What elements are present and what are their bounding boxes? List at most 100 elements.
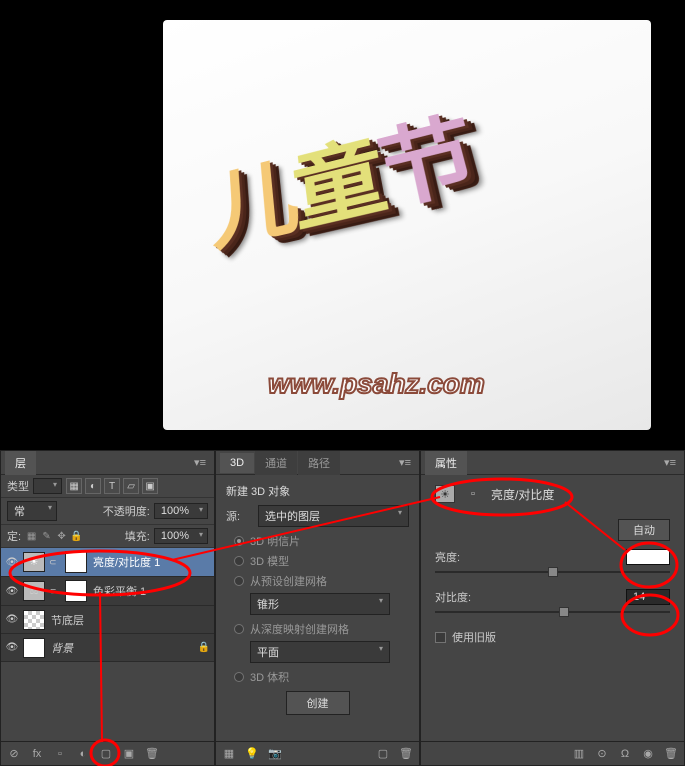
preset-mesh-dropdown[interactable]: 锥形 bbox=[250, 593, 390, 615]
radio-icon bbox=[234, 672, 244, 682]
panel-menu-icon[interactable]: ▾≡ bbox=[395, 456, 415, 469]
filter-smart-icon[interactable]: ▣ bbox=[142, 478, 158, 494]
layer-item-colorbal[interactable]: 👁 ⚖ ⊂ 色彩平衡 1 bbox=[1, 577, 214, 606]
radio-preset-mesh[interactable]: 从预设创建网格 bbox=[234, 573, 409, 589]
filter-shape-icon[interactable]: ▱ bbox=[123, 478, 139, 494]
contrast-label: 对比度: bbox=[435, 589, 471, 605]
layer-item-brightness[interactable]: 👁 ☀ ⊂ 亮度/对比度 1 bbox=[1, 548, 214, 577]
props-foot-1[interactable]: ▥ bbox=[570, 745, 588, 763]
tab-properties[interactable]: 属性 bbox=[425, 451, 467, 475]
visibility-icon[interactable]: 👁 bbox=[5, 586, 19, 597]
group-icon[interactable]: ▢ bbox=[97, 745, 115, 763]
mask-mode-icon[interactable]: ▫ bbox=[463, 485, 483, 503]
radio-depth-mesh[interactable]: 从深度映射创建网格 bbox=[234, 621, 409, 637]
radio-label: 3D 体积 bbox=[250, 669, 289, 685]
blend-mode-dropdown[interactable]: 常 bbox=[7, 501, 57, 521]
layer-item-background[interactable]: 👁 背景 🔒 bbox=[1, 634, 214, 662]
fx-icon[interactable]: fx bbox=[28, 745, 46, 763]
fill-label: 填充: bbox=[125, 528, 150, 544]
fill-value[interactable]: 100% bbox=[154, 528, 208, 544]
props-foot-4[interactable]: ◉ bbox=[639, 745, 657, 763]
d3-foot-4[interactable]: ▢ bbox=[374, 745, 392, 763]
filter-type-icon[interactable]: T bbox=[104, 478, 120, 494]
d3-foot-1[interactable]: ▦ bbox=[220, 745, 238, 763]
visibility-icon[interactable]: 👁 bbox=[5, 614, 19, 625]
d3-foot-5[interactable]: 🗑 bbox=[397, 745, 415, 763]
visibility-icon[interactable]: 👁 bbox=[5, 557, 19, 568]
props-panel-header: 属性 ▾≡ bbox=[421, 451, 684, 475]
brightness-slider-group: 亮度: bbox=[435, 549, 670, 573]
mask-thumb[interactable] bbox=[65, 551, 87, 573]
auto-button[interactable]: 自动 bbox=[618, 519, 670, 541]
tab-channels[interactable]: 通道 bbox=[255, 451, 297, 475]
artwork-3d-text: 儿童节 bbox=[211, 88, 490, 272]
layer-thumb[interactable] bbox=[23, 638, 45, 658]
d3-foot-2[interactable]: 💡 bbox=[243, 745, 261, 763]
panel-menu-icon[interactable]: ▾≡ bbox=[660, 456, 680, 469]
brightness-value-input[interactable] bbox=[626, 549, 670, 565]
lock-label: 定: bbox=[7, 528, 21, 544]
lock-pixels-icon[interactable]: ✎ bbox=[40, 530, 53, 543]
props-footer: ▥ ⊙ Ω ◉ 🗑 bbox=[421, 741, 684, 765]
panels-container: 层 ▾≡ 类型 ▦ ◐ T ▱ ▣ 常 不透明度: 100% 定: ▦ ✎ ✥ bbox=[0, 450, 685, 766]
layer-list: 👁 ☀ ⊂ 亮度/对比度 1 👁 ⚖ ⊂ 色彩平衡 1 👁 节底层 👁 bbox=[1, 548, 214, 662]
radio-3dmodel[interactable]: 3D 模型 bbox=[234, 553, 409, 569]
checkbox-icon[interactable] bbox=[435, 632, 446, 643]
layer-name[interactable]: 背景 bbox=[49, 640, 194, 656]
artwork-preview[interactable]: 儿童节 www.psahz.com bbox=[163, 20, 651, 430]
layers-tab[interactable]: 层 bbox=[5, 451, 36, 475]
tab-3d[interactable]: 3D bbox=[220, 453, 254, 473]
layer-name[interactable]: 色彩平衡 1 bbox=[91, 583, 210, 599]
link-layers-icon[interactable]: ⊘ bbox=[5, 745, 23, 763]
lock-icon: 🔒 bbox=[198, 642, 210, 653]
brightness-label: 亮度: bbox=[435, 549, 460, 565]
visibility-icon[interactable]: 👁 bbox=[5, 642, 19, 653]
lock-all-icon[interactable]: 🔒 bbox=[70, 530, 83, 543]
radio-volume[interactable]: 3D 体积 bbox=[234, 669, 409, 685]
lock-transparent-icon[interactable]: ▦ bbox=[25, 530, 38, 543]
radio-postcard[interactable]: 3D 明信片 bbox=[234, 533, 409, 549]
mask-thumb[interactable] bbox=[65, 580, 87, 602]
slider-thumb-icon[interactable] bbox=[559, 607, 569, 617]
radio-label: 3D 明信片 bbox=[250, 533, 300, 549]
contrast-slider[interactable] bbox=[435, 611, 670, 613]
brightness-adj-icon[interactable]: ☀ bbox=[435, 485, 455, 503]
props-foot-5[interactable]: 🗑 bbox=[662, 745, 680, 763]
mask-icon[interactable]: ▫ bbox=[51, 745, 69, 763]
slider-thumb-icon[interactable] bbox=[548, 567, 558, 577]
create-button[interactable]: 创建 bbox=[286, 691, 350, 715]
3d-body: 新建 3D 对象 源: 选中的图层 3D 明信片 3D 模型 从预设创建网格 锥… bbox=[216, 475, 419, 723]
props-foot-2[interactable]: ⊙ bbox=[593, 745, 611, 763]
props-body: ☀ ▫ 亮度/对比度 自动 亮度: 对比度: 14 bbox=[421, 475, 684, 655]
layer-name[interactable]: 亮度/对比度 1 bbox=[91, 554, 210, 570]
filter-pixel-icon[interactable]: ▦ bbox=[66, 478, 82, 494]
filter-adjust-icon[interactable]: ◐ bbox=[85, 478, 101, 494]
layer-item-3[interactable]: 👁 节底层 bbox=[1, 606, 214, 634]
d3-foot-3[interactable]: 📷 bbox=[266, 745, 284, 763]
legacy-checkbox-row[interactable]: 使用旧版 bbox=[435, 629, 670, 645]
radio-icon bbox=[234, 576, 244, 586]
adjustment-icon[interactable]: ◐ bbox=[74, 745, 92, 763]
canvas-area: 儿童节 www.psahz.com bbox=[0, 0, 685, 450]
type-filter-dropdown[interactable] bbox=[33, 478, 62, 494]
contrast-value-input[interactable]: 14 bbox=[626, 589, 670, 605]
adjustment-title: 亮度/对比度 bbox=[491, 486, 554, 503]
new-layer-icon[interactable]: ▣ bbox=[120, 745, 138, 763]
brightness-slider[interactable] bbox=[435, 571, 670, 573]
radio-label: 3D 模型 bbox=[250, 553, 289, 569]
depth-mesh-dropdown[interactable]: 平面 bbox=[250, 641, 390, 663]
layer-name[interactable]: 节底层 bbox=[49, 612, 210, 628]
section-title: 新建 3D 对象 bbox=[226, 483, 409, 499]
props-title-row: ☀ ▫ 亮度/对比度 bbox=[435, 485, 670, 503]
layer-thumb[interactable] bbox=[23, 610, 45, 630]
delete-icon[interactable]: 🗑 bbox=[143, 745, 161, 763]
layer-type-row: 类型 ▦ ◐ T ▱ ▣ bbox=[1, 475, 214, 498]
panel-menu-icon[interactable]: ▾≡ bbox=[190, 456, 210, 469]
props-foot-3[interactable]: Ω bbox=[616, 745, 634, 763]
opacity-value[interactable]: 100% bbox=[154, 503, 208, 519]
lock-position-icon[interactable]: ✥ bbox=[55, 530, 68, 543]
layers-panel: 层 ▾≡ 类型 ▦ ◐ T ▱ ▣ 常 不透明度: 100% 定: ▦ ✎ ✥ bbox=[0, 450, 215, 766]
opacity-label: 不透明度: bbox=[103, 503, 150, 519]
source-dropdown[interactable]: 选中的图层 bbox=[258, 505, 409, 527]
tab-paths[interactable]: 路径 bbox=[298, 451, 340, 475]
